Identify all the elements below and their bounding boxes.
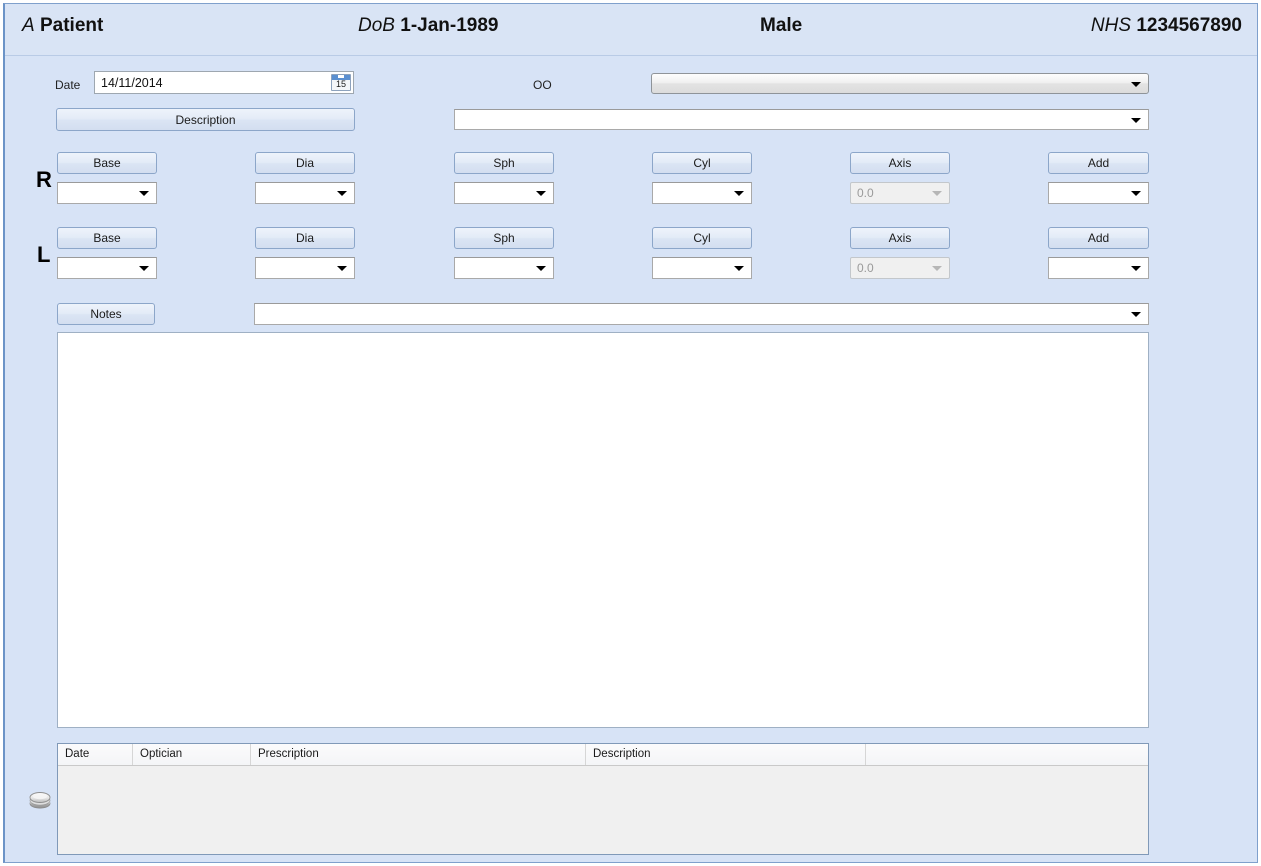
left-axis-button[interactable]: Axis — [850, 227, 950, 249]
description-button[interactable]: Description — [56, 108, 355, 131]
prescription-history-grid[interactable]: Date Optician Prescription Description — [57, 743, 1149, 855]
grid-column-optician[interactable]: Optician — [133, 744, 251, 765]
nhs-value: 1234567890 — [1136, 15, 1242, 36]
date-label: Date — [55, 78, 81, 92]
left-axis-value: 0.0 — [857, 261, 874, 275]
patient-gender: Male — [760, 15, 802, 37]
calendar-icon-day: 15 — [335, 79, 346, 89]
patient-header: A Patient DoB 1-Jan-1989 Male NHS 123456… — [5, 4, 1257, 56]
patient-nhs: NHS 1234567890 — [1091, 15, 1242, 37]
chevron-down-icon — [734, 191, 744, 196]
chevron-down-icon — [1131, 81, 1141, 87]
dob-label: DoB — [358, 15, 395, 36]
date-input[interactable]: 14/11/2014 15 — [94, 71, 354, 94]
right-dia-button[interactable]: Dia — [255, 152, 355, 174]
right-cyl-select[interactable] — [652, 182, 752, 204]
left-add-button[interactable]: Add — [1048, 227, 1149, 249]
notes-select[interactable] — [254, 303, 1149, 325]
prescription-window: A Patient DoB 1-Jan-1989 Male NHS 123456… — [3, 3, 1258, 863]
calendar-picker-icon[interactable]: 15 — [331, 74, 351, 91]
chevron-down-icon — [1131, 117, 1141, 123]
grid-column-description[interactable]: Description — [586, 744, 866, 765]
notes-button[interactable]: Notes — [57, 303, 155, 325]
left-sph-button[interactable]: Sph — [454, 227, 554, 249]
left-base-select[interactable] — [57, 257, 157, 279]
chevron-down-icon — [139, 191, 149, 196]
right-axis-select: 0.0 — [850, 182, 950, 204]
dob-value: 1-Jan-1989 — [400, 15, 499, 36]
left-sph-select[interactable] — [454, 257, 554, 279]
chevron-down-icon — [1131, 266, 1141, 271]
patient-dob: DoB 1-Jan-1989 — [358, 15, 498, 37]
patient-name: A Patient — [22, 15, 103, 37]
right-dia-select[interactable] — [255, 182, 355, 204]
chevron-down-icon — [1131, 312, 1141, 317]
grid-column-extra[interactable] — [866, 744, 1148, 765]
right-sph-button[interactable]: Sph — [454, 152, 554, 174]
chevron-down-icon — [139, 266, 149, 271]
left-cyl-button[interactable]: Cyl — [652, 227, 752, 249]
grid-column-date[interactable]: Date — [58, 744, 133, 765]
left-axis-select: 0.0 — [850, 257, 950, 279]
chevron-down-icon — [734, 266, 744, 271]
chevron-down-icon — [1131, 191, 1141, 196]
patient-name-value: Patient — [39, 15, 104, 36]
date-input-value: 14/11/2014 — [101, 75, 163, 90]
grid-body[interactable] — [58, 766, 1148, 854]
gender-value: Male — [760, 15, 803, 36]
left-cyl-select[interactable] — [652, 257, 752, 279]
optician-select[interactable] — [651, 73, 1149, 94]
right-eye-label: R — [36, 167, 52, 192]
right-axis-button[interactable]: Axis — [850, 152, 950, 174]
right-base-button[interactable]: Base — [57, 152, 157, 174]
right-base-select[interactable] — [57, 182, 157, 204]
right-add-select[interactable] — [1048, 182, 1149, 204]
calendar-icon-tab — [338, 75, 344, 78]
chevron-down-icon — [536, 191, 546, 196]
notes-text-area[interactable] — [57, 332, 1149, 728]
nhs-label: NHS — [1090, 15, 1132, 36]
oo-label: OO — [533, 78, 552, 92]
description-select[interactable] — [454, 109, 1149, 130]
left-base-button[interactable]: Base — [57, 227, 157, 249]
right-cyl-button[interactable]: Cyl — [652, 152, 752, 174]
left-add-select[interactable] — [1048, 257, 1149, 279]
chevron-down-icon — [932, 191, 942, 196]
left-dia-button[interactable]: Dia — [255, 227, 355, 249]
grid-header-row: Date Optician Prescription Description — [58, 744, 1148, 766]
right-sph-select[interactable] — [454, 182, 554, 204]
chevron-down-icon — [337, 266, 347, 271]
chevron-down-icon — [932, 266, 942, 271]
chevron-down-icon — [337, 191, 347, 196]
right-add-button[interactable]: Add — [1048, 152, 1149, 174]
disc-stack-icon[interactable] — [28, 787, 52, 811]
left-dia-select[interactable] — [255, 257, 355, 279]
patient-name-prefix: A — [22, 15, 35, 36]
chevron-down-icon — [536, 266, 546, 271]
right-axis-value: 0.0 — [857, 186, 874, 200]
grid-column-prescription[interactable]: Prescription — [251, 744, 586, 765]
left-eye-label: L — [37, 242, 51, 267]
